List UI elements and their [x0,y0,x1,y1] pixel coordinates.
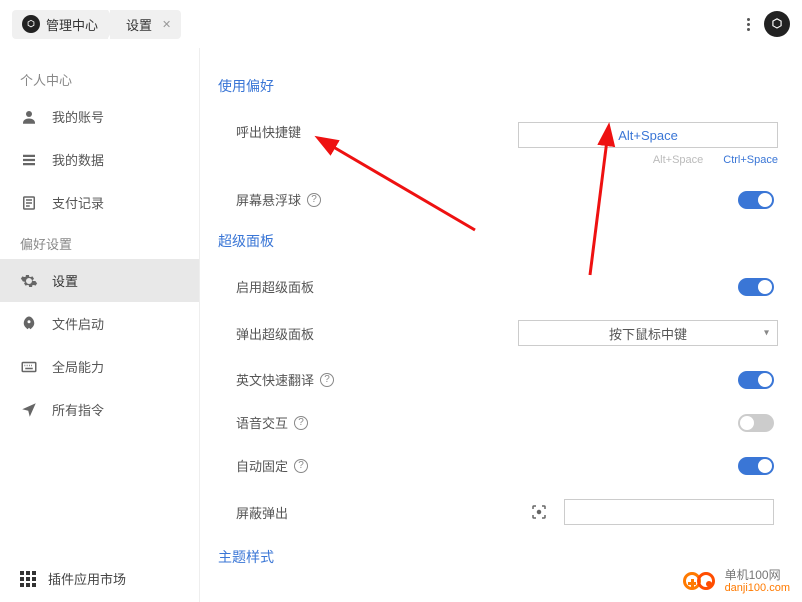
row-label: 自动固定 [236,456,288,475]
close-icon[interactable]: ✕ [162,18,171,31]
sidebar-item-label: 所有指令 [52,400,104,419]
sidebar-item-account[interactable]: 我的账号 [0,95,199,138]
sidebar-plugin-label: 插件应用市场 [48,569,126,588]
select-popup-trigger[interactable]: 按下鼠标中键 ▾ [518,320,778,346]
grid-icon [20,571,36,587]
breadcrumb-root-label: 管理中心 [46,15,98,34]
row-popup-superpanel: 弹出超级面板 按下鼠标中键 ▾ [218,308,774,358]
group-title-superpanel: 超级面板 [218,231,774,251]
toggle-enable-superpanel[interactable] [738,278,774,296]
brand-icon[interactable] [764,11,790,37]
group-title-theme: 主题样式 [218,547,774,567]
row-label: 屏幕悬浮球 [236,190,301,209]
sidebar-item-settings[interactable]: 设置 [0,259,199,302]
sidebar-plugin-market[interactable]: 插件应用市场 [0,555,199,602]
sidebar-item-label: 设置 [52,271,78,290]
sidebar-section-title: 偏好设置 [0,224,199,259]
hotkey-presets: Alt+Space Ctrl+Space [518,154,778,166]
group-title-preferences: 使用偏好 [218,76,774,96]
sidebar-item-label: 我的账号 [52,107,104,126]
row-autofix: 自动固定 ? [218,444,774,487]
scan-icon[interactable] [530,503,548,521]
row-voice: 语音交互 ? [218,401,774,444]
help-icon[interactable]: ? [294,459,308,473]
row-label: 语音交互 [236,413,288,432]
sidebar-item-file-launch[interactable]: 文件启动 [0,302,199,345]
watermark-url: danji100.com [725,582,790,594]
row-label: 呼出快捷键 [236,122,301,141]
toggle-floatball[interactable] [738,191,774,209]
rocket-icon [20,315,38,333]
row-label: 弹出超级面板 [236,324,314,343]
send-icon [20,401,38,419]
row-label: 英文快速翻译 [236,370,314,389]
breadcrumb-current[interactable]: 设置 ✕ [110,10,181,39]
receipt-icon [20,194,38,212]
help-icon[interactable]: ? [307,193,321,207]
row-label: 屏蔽弹出 [236,503,288,522]
breadcrumb: 管理中心 设置 ✕ [12,10,181,39]
watermark: 单机100网 danji100.com [683,569,790,594]
row-label: 启用超级面板 [236,277,314,296]
row-hotkey: 呼出快捷键 Alt+Space Alt+Space Ctrl+Space [218,110,774,178]
hotkey-option-alt-space[interactable]: Alt+Space [653,154,703,166]
keyboard-icon [20,358,38,376]
user-icon [20,108,38,126]
sidebar-item-label: 全局能力 [52,357,104,376]
app-logo-icon [22,15,40,33]
sidebar-item-label: 我的数据 [52,150,104,169]
hotkey-input[interactable]: Alt+Space [518,122,778,148]
toggle-autofix[interactable] [738,457,774,475]
sidebar: 个人中心 我的账号 我的数据 支付记录 偏好设置 设置 [0,48,200,602]
watermark-name: 单机100网 [725,569,790,582]
chevron-down-icon: ▾ [764,328,769,339]
breadcrumb-current-label: 设置 [126,15,152,34]
breadcrumb-root[interactable]: 管理中心 [12,10,108,39]
block-popup-input[interactable] [564,499,774,525]
row-block-popup: 屏蔽弹出 [218,487,774,537]
sidebar-item-data[interactable]: 我的数据 [0,138,199,181]
hotkey-option-ctrl-space[interactable]: Ctrl+Space [723,154,778,166]
select-value: 按下鼠标中键 [609,324,687,343]
gear-icon [20,272,38,290]
sidebar-item-label: 文件启动 [52,314,104,333]
row-floatball: 屏幕悬浮球 ? [218,178,774,221]
kebab-menu-icon[interactable] [743,14,754,35]
list-icon [20,151,38,169]
sidebar-item-commands[interactable]: 所有指令 [0,388,199,431]
hotkey-value: Alt+Space [618,128,678,143]
toggle-translate[interactable] [738,371,774,389]
help-icon[interactable]: ? [294,416,308,430]
help-icon[interactable]: ? [320,373,334,387]
watermark-logo-icon [683,570,719,592]
settings-content: 使用偏好 呼出快捷键 Alt+Space Alt+Space Ctrl+Spac… [200,48,802,602]
row-enable-superpanel: 启用超级面板 [218,265,774,308]
sidebar-item-label: 支付记录 [52,193,104,212]
row-translate: 英文快速翻译 ? [218,358,774,401]
sidebar-item-payments[interactable]: 支付记录 [0,181,199,224]
sidebar-item-global[interactable]: 全局能力 [0,345,199,388]
sidebar-section-title: 个人中心 [0,60,199,95]
toggle-voice[interactable] [738,414,774,432]
